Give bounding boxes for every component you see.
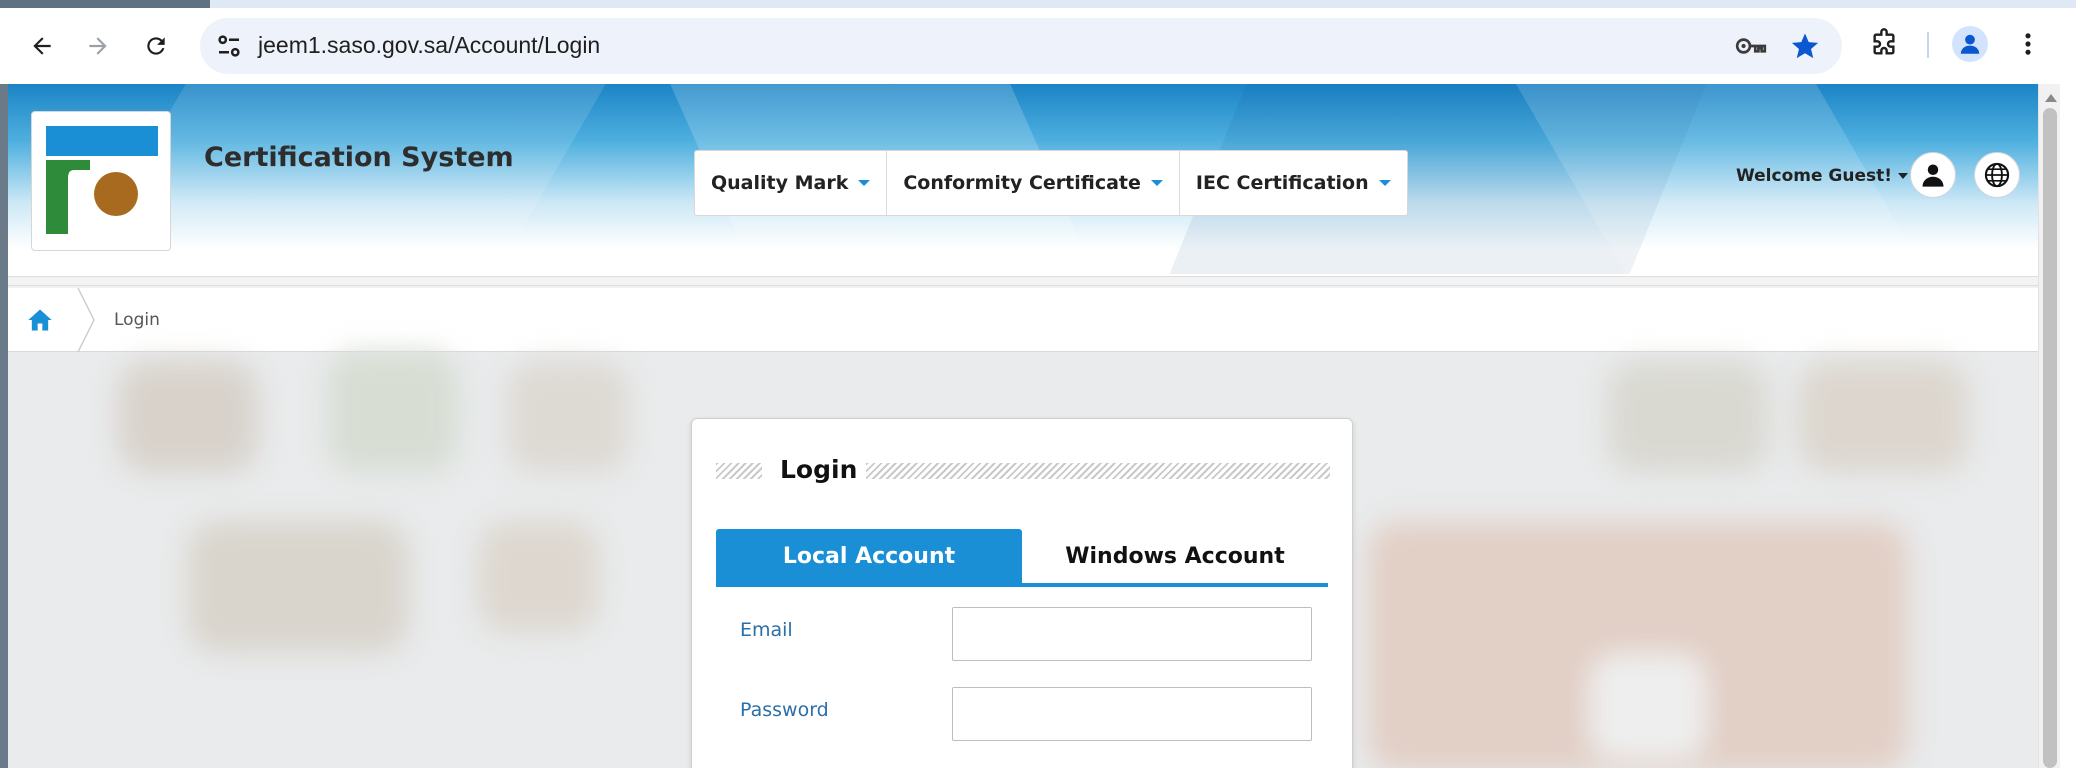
- reload-button[interactable]: [136, 26, 176, 66]
- back-button[interactable]: [22, 26, 62, 66]
- email-label: Email: [740, 619, 793, 641]
- url-text[interactable]: jeem1.saso.gov.sa/Account/Login: [258, 32, 600, 59]
- profile-button[interactable]: [1952, 26, 1988, 62]
- tab-edge: [0, 0, 210, 8]
- home-icon[interactable]: [26, 306, 54, 334]
- browser-toolbar: jeem1.saso.gov.sa/Account/Login: [0, 0, 2076, 84]
- login-title: Login: [780, 455, 858, 484]
- toolbar-divider: [1927, 32, 1929, 58]
- breadcrumb-separator: [77, 288, 95, 352]
- bg-shape: [1798, 362, 1968, 472]
- title-decoration: [866, 463, 1330, 479]
- reload-icon: [147, 37, 165, 55]
- site-header: Certification System Quality Mark Confor…: [8, 84, 2038, 276]
- caret-down-icon: [1898, 173, 1909, 179]
- bg-shape: [328, 352, 458, 472]
- language-button[interactable]: [1974, 152, 2020, 198]
- bg-shape: [478, 522, 598, 632]
- tab-windows-account[interactable]: Windows Account: [1022, 529, 1328, 583]
- tab-local-account[interactable]: Local Account: [716, 529, 1022, 583]
- profile-icon: [1960, 34, 1980, 54]
- scroll-up-arrow-icon[interactable]: [2045, 94, 2057, 102]
- bg-shape: [1588, 652, 1708, 762]
- forward-button[interactable]: [78, 26, 118, 66]
- address-bar[interactable]: jeem1.saso.gov.sa/Account/Login: [200, 18, 1842, 74]
- bg-shape: [118, 362, 258, 472]
- star-icon[interactable]: [1790, 31, 1820, 61]
- bg-shape: [188, 522, 408, 652]
- bg-shape: [1608, 362, 1768, 472]
- header-separator: [8, 276, 2038, 286]
- bg-shape: [508, 362, 628, 472]
- caret-down-icon: [1150, 180, 1163, 186]
- site-title: Certification System: [204, 142, 514, 173]
- window-edge: [2060, 84, 2076, 768]
- page-scrollbar[interactable]: [2038, 84, 2060, 768]
- user-icon: [1922, 164, 1944, 187]
- nav-quality-mark[interactable]: Quality Mark: [695, 151, 888, 215]
- title-decoration: [716, 463, 762, 479]
- arrow-left-icon: [33, 37, 51, 55]
- breadcrumb-current: Login: [114, 310, 160, 330]
- welcome-dropdown[interactable]: Welcome Guest!: [1736, 166, 1909, 186]
- kebab-menu-icon[interactable]: [2014, 28, 2042, 60]
- caret-down-icon: [1378, 180, 1391, 186]
- nav-conformity-certificate[interactable]: Conformity Certificate: [887, 151, 1180, 215]
- user-button[interactable]: [1910, 152, 1956, 198]
- saso-logo-icon: [46, 126, 158, 234]
- account-tabs: Local Account Windows Account: [716, 529, 1328, 587]
- key-icon[interactable]: [1734, 33, 1768, 59]
- login-title-row: Login: [716, 455, 1330, 485]
- puzzle-icon[interactable]: [1868, 28, 1900, 60]
- web-page: Certification System Quality Mark Confor…: [8, 84, 2038, 768]
- nav-label: IEC Certification: [1195, 172, 1369, 194]
- nav-label: Quality Mark: [711, 172, 849, 194]
- breadcrumb: Login: [8, 288, 2038, 352]
- tune-icon[interactable]: [214, 31, 244, 61]
- site-logo[interactable]: [31, 111, 171, 251]
- arrow-right-icon: [89, 37, 107, 55]
- nav-iec-certification[interactable]: IEC Certification: [1180, 151, 1407, 215]
- tab-strip: [0, 0, 2076, 8]
- nav-label: Conformity Certificate: [903, 172, 1141, 194]
- main-navigation: Quality Mark Conformity Certificate IEC …: [694, 150, 1408, 216]
- scrollbar-thumb[interactable]: [2043, 108, 2057, 768]
- globe-icon: [1984, 162, 2010, 188]
- login-card: Login Local Account Windows Account Emai…: [691, 418, 1353, 768]
- welcome-text: Welcome Guest!: [1736, 166, 1893, 186]
- password-field[interactable]: [952, 687, 1312, 741]
- email-field[interactable]: [952, 607, 1312, 661]
- caret-down-icon: [858, 180, 871, 186]
- password-label: Password: [740, 699, 829, 721]
